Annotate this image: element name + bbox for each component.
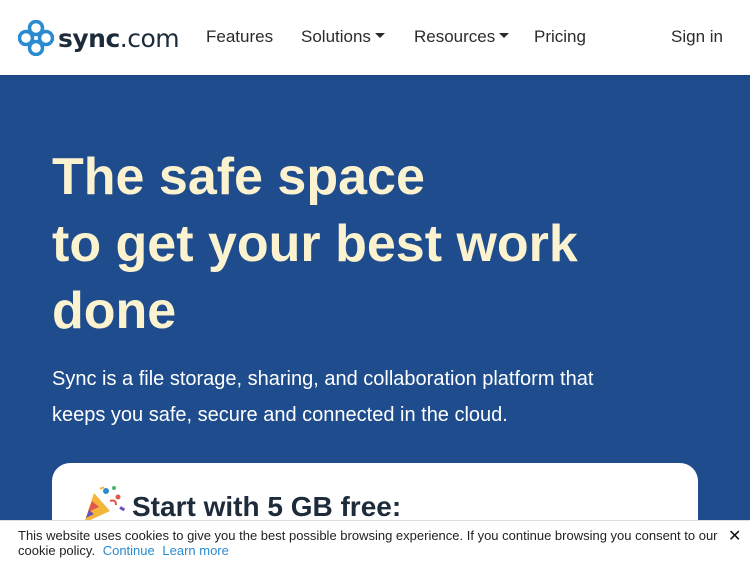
nav-pricing[interactable]: Pricing bbox=[534, 27, 586, 47]
headline-line: The safe space bbox=[52, 148, 425, 206]
caret-down-icon bbox=[374, 33, 385, 39]
card-title: Start with 5 GB free: bbox=[132, 491, 402, 522]
close-icon[interactable]: ✕ bbox=[728, 526, 741, 546]
nav-solutions-dropdown[interactable]: Solutions bbox=[301, 27, 385, 47]
headline-line: to get your best work bbox=[52, 215, 578, 273]
cookie-message: This website uses cookies to give you th… bbox=[18, 528, 718, 558]
hero-subtext: Sync is a file storage, sharing, and col… bbox=[52, 361, 692, 433]
cookie-continue-link[interactable]: Continue bbox=[103, 543, 155, 558]
nav-features[interactable]: Features bbox=[206, 27, 273, 47]
top-navbar: sync.com Features Solutions Resources Pr… bbox=[0, 0, 750, 75]
cookie-learn-more-link[interactable]: Learn more bbox=[162, 543, 228, 558]
caret-down-icon bbox=[499, 33, 510, 39]
subtext-line: keeps you safe, secure and connected in … bbox=[52, 404, 508, 426]
logo-text: sync.com bbox=[58, 23, 180, 53]
hero-headline: The safe space to get your best work don… bbox=[52, 144, 692, 345]
sync-logo-icon bbox=[18, 20, 54, 56]
sign-in-link[interactable]: Sign in bbox=[671, 27, 723, 47]
sync-logo[interactable]: sync.com bbox=[18, 20, 180, 56]
headline-line: done bbox=[52, 282, 177, 340]
cookie-banner: This website uses cookies to give you th… bbox=[0, 520, 750, 563]
nav-resources-dropdown[interactable]: Resources bbox=[414, 27, 510, 47]
party-popper-icon bbox=[84, 486, 126, 523]
subtext-line: Sync is a file storage, sharing, and col… bbox=[52, 368, 594, 390]
